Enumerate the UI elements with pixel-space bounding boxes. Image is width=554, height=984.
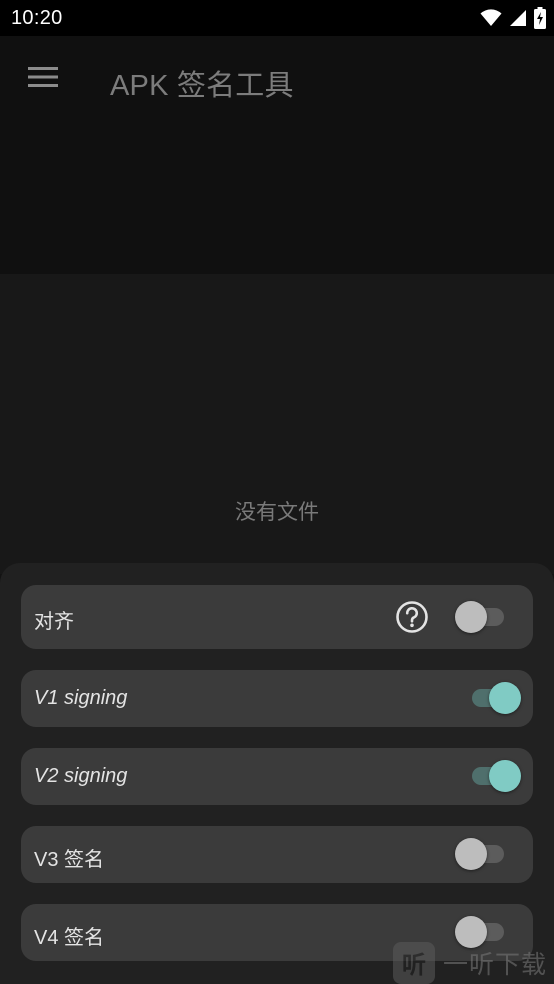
option-align[interactable]: 对齐 (21, 585, 533, 649)
toggle-thumb (489, 760, 521, 792)
option-v3-signing[interactable]: V3 签名 (21, 826, 533, 883)
signing-options-sheet: 对齐 V1 signing V2 signing V3 签名 V4 签名 (0, 563, 554, 984)
menu-icon (28, 66, 58, 93)
option-label-v3: V3 签名 (34, 849, 105, 871)
option-label-align: 对齐 (34, 611, 74, 633)
empty-state-text: 没有文件 (235, 501, 319, 524)
toggle-v2-signing[interactable] (465, 756, 521, 796)
help-icon[interactable] (395, 600, 429, 634)
wifi-icon (480, 9, 502, 27)
status-icons (480, 7, 546, 29)
status-bar: 10:20 (0, 0, 554, 36)
status-time: 10:20 (11, 7, 63, 29)
option-label-v2: V2 signing (34, 765, 128, 787)
toggle-v3-signing[interactable] (455, 834, 511, 874)
menu-button[interactable] (22, 58, 64, 100)
file-list-area: 没有文件 (0, 274, 554, 574)
watermark-logo: 听 (393, 941, 435, 984)
toggle-thumb (489, 682, 521, 714)
app-title: APK 签名工具 (110, 70, 294, 102)
app-toolbar: APK 签名工具 (0, 36, 554, 274)
option-v2-signing[interactable]: V2 signing (21, 748, 533, 805)
toggle-v1-signing[interactable] (465, 678, 521, 718)
option-label-v4: V4 签名 (34, 927, 105, 949)
watermark-text: 一听下载 (443, 950, 548, 979)
toggle-thumb (455, 601, 487, 633)
watermark: 听 一听下载 (393, 941, 554, 984)
toggle-thumb (455, 838, 487, 870)
option-label-v1: V1 signing (34, 687, 128, 709)
signal-icon (509, 9, 527, 27)
toggle-align[interactable] (455, 597, 511, 637)
battery-charging-icon (534, 7, 546, 29)
option-v1-signing[interactable]: V1 signing (21, 670, 533, 727)
